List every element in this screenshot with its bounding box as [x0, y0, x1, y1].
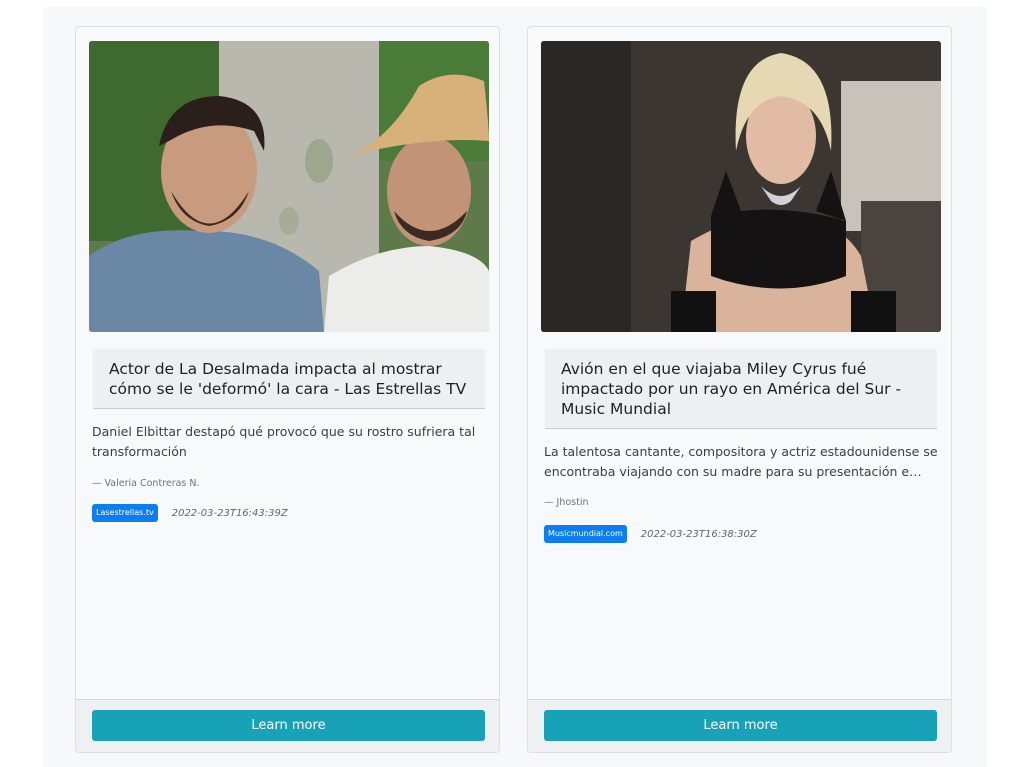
card-description: La talentosa cantante, compositora y act… [544, 442, 938, 482]
card-meta: Musicmundial.com 2022-03-23T16:38:30Z [544, 525, 757, 543]
card-image[interactable] [541, 41, 941, 332]
card-description-line: La talentosa cantante, compositora y act… [544, 444, 938, 459]
news-grid: Actor de La Desalmada impacta al mostrar… [43, 7, 987, 767]
learn-more-button[interactable]: Learn more [92, 710, 485, 741]
card-description: Daniel Elbittar destapó qué provocó que … [92, 424, 476, 459]
card-meta: Lasestrellas.tv 2022-03-23T16:43:39Z [92, 504, 288, 522]
card-author: — Valeria Contreras N. [92, 478, 200, 489]
card-title: Avión en el que viajaba Miley Cyrus fué … [545, 349, 937, 429]
card-description-line: encontraba viajando con su madre para su… [544, 464, 924, 479]
card-footer: Learn more [528, 699, 951, 752]
news-card: Avión en el que viajaba Miley Cyrus fué … [527, 26, 952, 753]
source-badge[interactable]: Lasestrellas.tv [92, 504, 158, 522]
card-title: Actor de La Desalmada impacta al mostrar… [93, 349, 485, 409]
source-badge[interactable]: Musicmundial.com [544, 525, 627, 543]
card-image[interactable] [89, 41, 489, 332]
news-card: Actor de La Desalmada impacta al mostrar… [75, 26, 500, 753]
learn-more-button[interactable]: Learn more [544, 710, 937, 741]
publish-date: 2022-03-23T16:38:30Z [640, 528, 757, 540]
publish-date: 2022-03-23T16:43:39Z [171, 507, 288, 519]
card-author: — Jhostin [544, 497, 589, 508]
card-footer: Learn more [76, 699, 499, 752]
